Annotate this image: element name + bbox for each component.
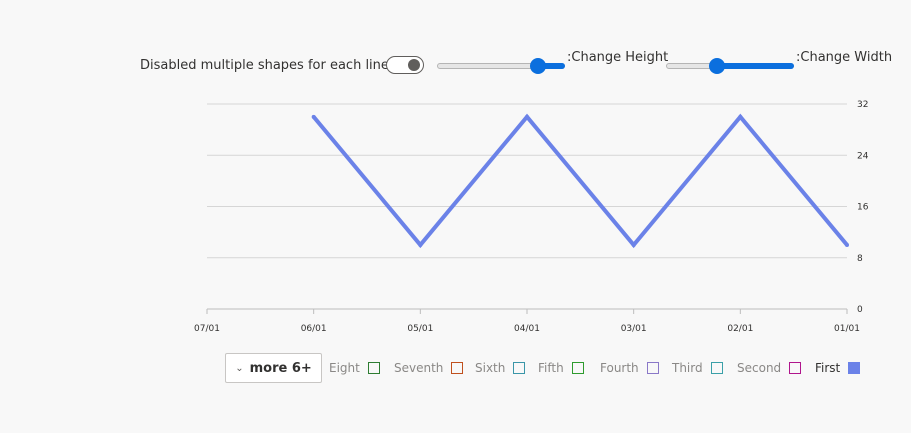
legend-swatch [451,362,464,374]
chevron-down-icon: ⌄ [235,362,244,374]
x-tick-label: 01/01 [834,324,860,334]
y-tick-label: 24 [857,151,869,161]
x-axis: 07/01 06/01 05/01 04/01 03/01 02/01 01/01 [194,308,860,334]
data-point [311,114,316,119]
legend-item-third[interactable]: Third [672,360,723,376]
data-point [738,114,743,119]
legend-item-fourth[interactable]: Fourth [600,360,659,376]
series-line-first [312,113,849,249]
legend-label: Fourth [600,361,639,375]
legend-swatch [789,362,802,374]
legend-swatch [646,362,659,374]
y-tick-label: 0 [857,305,863,315]
legend-swatch [513,362,526,374]
series-lines [311,113,849,249]
legend-label: First [815,361,841,375]
legend-swatch [848,362,861,374]
legend-swatch [571,362,584,374]
more-legend-button[interactable]: ⌄ more 6+ [225,353,322,383]
legend-item-fifth[interactable]: Fifth [538,360,584,376]
y-tick-label: 8 [857,254,863,264]
data-point [525,114,529,119]
legend-item-first[interactable]: First [815,360,861,376]
legend-label: Sixth [475,361,506,375]
legend-item-second[interactable]: Second [737,360,802,376]
x-tick-label: 05/01 [407,324,433,334]
x-tick-label: 02/01 [727,324,753,334]
legend: ⌄ more 6+ Eight Seventh Sixth Fifth Four… [0,350,911,386]
legend-item-sixth[interactable]: Sixth [475,360,526,376]
data-point [845,242,849,247]
data-point [631,242,636,247]
legend-label: Second [737,361,782,375]
x-tick-label: 04/01 [514,324,540,334]
x-tick-label: 03/01 [621,324,647,334]
legend-item-seventh[interactable]: Seventh [394,360,464,376]
data-point [418,242,423,247]
x-tick-label: 07/01 [194,324,220,334]
legend-label: Eight [329,361,360,375]
legend-item-eight[interactable]: Eight [329,360,380,376]
y-tick-label: 16 [857,203,869,213]
y-tick-label: 32 [857,100,868,110]
x-tick-label: 06/01 [301,324,327,334]
legend-swatch [367,362,380,374]
legend-swatch [710,362,723,374]
legend-label: Fifth [538,361,564,375]
legend-label: Seventh [394,361,444,375]
y-axis: 0 8 16 24 32 [857,100,869,315]
more-button-label: more 6+ [249,360,312,376]
legend-label: Third [672,361,703,375]
line-chart: 08162432 07/01 06/01 05/01 04/01 03/01 02/01 0… [194,100,869,334]
